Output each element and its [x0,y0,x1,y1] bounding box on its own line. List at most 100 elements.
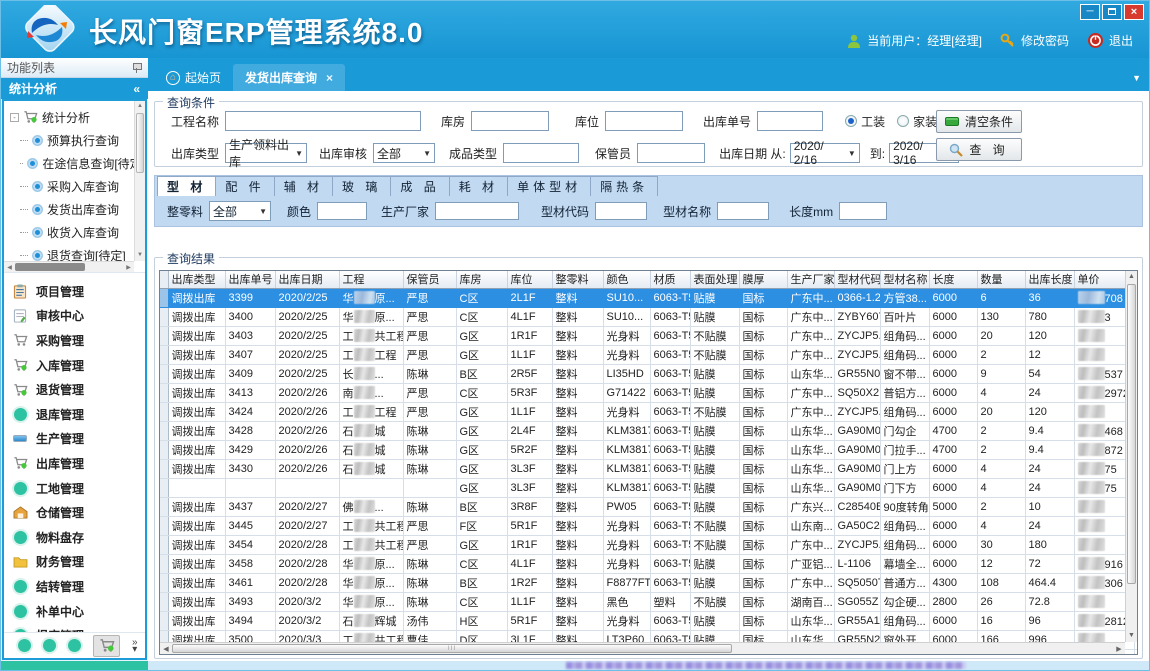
sidebar-module-补单中心[interactable]: 补单中心 [12,599,145,624]
table-row[interactable]: 调拨出库34282020/2/26石城陈琳G区2L4F整料KLM38176063… [160,421,1138,440]
column-header-型材名称[interactable]: 型材名称 [880,271,929,288]
scroll-down-icon[interactable]: ▼ [1126,630,1137,642]
table-horizontal-scrollbar[interactable]: ◀ ⅠⅠⅠ ▶ [160,642,1125,654]
table-vertical-scrollbar[interactable]: ▲ ▼ [1125,271,1137,642]
location-input[interactable] [605,111,683,131]
material-tab-玻璃[interactable]: 玻 璃 [333,176,391,196]
tree-item[interactable]: 预算执行查询 [10,129,145,152]
column-header-出库日期[interactable]: 出库日期 [275,271,339,288]
table-row[interactable]: 调拨出库34942020/3/2石辉城汤伟H区5R1F整料光身料6063-T5贴… [160,611,1138,630]
cart-shortcut-button[interactable] [93,635,120,657]
scroll-left-icon[interactable]: ◀ [4,264,15,271]
module-shortcut-icon[interactable] [18,639,31,652]
table-row[interactable]: 调拨出库34002020/2/25华原...严思C区4L1F整料SU10...6… [160,307,1138,326]
module-shortcut-icon[interactable] [43,639,56,652]
search-button[interactable]: 查 询 [936,138,1022,161]
warehouse-input[interactable] [471,111,549,131]
tree-vertical-scrollbar[interactable]: ▲ ▼ [134,101,145,261]
table-row[interactable]: 调拨出库34372020/2/27佛...陈琳B区3R8F整料PW056063-… [160,497,1138,516]
logout-button[interactable]: 退出 [1087,32,1133,49]
radio-jiazhuang[interactable] [897,115,909,127]
tree-horizontal-scrollbar[interactable]: ◀ ▶ [4,261,134,272]
tree-item[interactable]: 采购入库查询 [10,175,145,198]
scroll-up-icon[interactable]: ▲ [1126,271,1137,283]
column-header-库房[interactable]: 库房 [456,271,507,288]
scroll-thumb[interactable] [136,113,144,173]
column-header-整零料[interactable]: 整零料 [552,271,603,288]
sidebar-module-结转管理[interactable]: 结转管理 [12,574,145,599]
change-password-button[interactable]: 修改密码 [1000,32,1069,49]
tab-shipping-outbound-query[interactable]: 发货出库查询 × [233,64,345,91]
sidebar-module-物料盘存[interactable]: 物料盘存 [12,525,145,550]
table-row[interactable]: G区3L3F整料KLM38176063-T5贴膜国标山东华...GA90M09.… [160,478,1138,497]
sidebar-module-生产管理[interactable]: 生产管理 [12,427,145,452]
tree-item[interactable]: 在途信息查询[待定] [10,152,145,175]
audit-select[interactable]: 全部▼ [373,143,435,163]
material-tab-隔热条[interactable]: 隔热条 [591,176,658,196]
length-input[interactable] [839,202,887,220]
column-header-出库单号[interactable]: 出库单号 [225,271,275,288]
material-tab-成品[interactable]: 成 品 [391,176,449,196]
sidebar-module-财务管理[interactable]: 财务管理 [12,550,145,575]
order-no-input[interactable] [757,111,823,131]
table-row[interactable]: 调拨出库34292020/2/26石城陈琳G区5R2F整料KLM38176063… [160,440,1138,459]
tree-root[interactable]: - 统计分析 [10,105,145,129]
maker-input[interactable] [435,202,519,220]
clear-conditions-button[interactable]: 清空条件 [936,110,1022,133]
column-header-颜色[interactable]: 颜色 [603,271,650,288]
column-header-生产厂家[interactable]: 生产厂家 [787,271,834,288]
column-header-长度[interactable]: 长度 [929,271,977,288]
sidebar-module-仓储管理[interactable]: 仓储管理 [12,500,145,525]
scroll-left-icon[interactable]: ◀ [160,645,172,653]
maximize-button[interactable] [1102,4,1122,20]
tab-list-caret-icon[interactable]: ▼ [1132,73,1141,83]
pin-icon[interactable] [132,62,142,73]
tree-item[interactable]: 收货入库查询 [10,221,145,244]
material-tab-配件[interactable]: 配 件 [216,176,274,196]
table-row[interactable]: 调拨出库34612020/2/28华原...陈琳B区1R2F整料F8877FT6… [160,573,1138,592]
table-row[interactable]: 调拨出库34032020/2/25工共工程严思G区1R1F整料光身料6063-T… [160,326,1138,345]
expander-icon[interactable]: - [10,113,19,122]
table-row[interactable]: 调拨出库34092020/2/25长...陈琳B区2R5F整料LI35HD606… [160,364,1138,383]
table-row[interactable]: 调拨出库34302020/2/26石城陈琳G区3L3F整料KLM38176063… [160,459,1138,478]
scroll-down-icon[interactable]: ▼ [135,250,145,261]
column-header-表面处理[interactable]: 表面处理 [690,271,739,288]
close-button[interactable]: × [1124,4,1144,20]
tab-home[interactable]: ⌂ 起始页 [154,64,233,91]
sidebar-module-退库管理[interactable]: 退库管理 [12,402,145,427]
minimize-button[interactable]: ─ [1080,4,1100,20]
whole-part-select[interactable]: 全部▼ [209,201,271,221]
scroll-thumb[interactable]: ⅠⅠⅠ [172,644,732,653]
column-header-库位[interactable]: 库位 [507,271,552,288]
sidebar-module-工地管理[interactable]: 工地管理 [12,476,145,501]
column-header-工程[interactable]: 工程 [339,271,403,288]
table-row[interactable]: 调拨出库34932020/3/2华原...陈琳C区1L1F整料黑色塑料不贴膜国标… [160,592,1138,611]
profile-name-input[interactable] [717,202,769,220]
sidebar-module-退货管理[interactable]: 退货管理 [12,377,145,402]
column-header-出库长度[interactable]: 出库长度 [1025,271,1074,288]
table-row[interactable]: 调拨出库34542020/2/28工共工程严思G区1R1F整料光身料6063-T… [160,535,1138,554]
table-row[interactable]: 调拨出库34582020/2/28华原...陈琳C区4L1F整料光身料6063-… [160,554,1138,573]
outbound-type-select[interactable]: 生产领料出库▼ [225,143,307,163]
tree-item[interactable]: 发货出库查询 [10,198,145,221]
table-row[interactable]: 调拨出库34242020/2/26工工程严思G区1L1F整料光身料6063-T5… [160,402,1138,421]
module-shortcut-icon[interactable] [68,639,81,652]
material-tab-单体型材[interactable]: 单体型材 [508,176,591,196]
sidebar-module-采购管理[interactable]: 采购管理 [12,328,145,353]
date-from-select[interactable]: 2020/ 2/16▼ [790,143,860,163]
sidebar-module-审核中心[interactable]: 审核中心 [12,304,145,329]
material-tab-辅材[interactable]: 辅 材 [275,176,333,196]
column-header-保管员[interactable]: 保管员 [403,271,456,288]
sidebar-module-入库管理[interactable]: 入库管理 [12,353,145,378]
material-tab-耗材[interactable]: 耗 材 [450,176,508,196]
sidebar-module-报废管理[interactable]: 报废管理 [12,623,145,632]
table-row[interactable]: 调拨出库34072020/2/25工工程严思G区1L1F整料光身料6063-T5… [160,345,1138,364]
collapse-icon[interactable]: « [133,82,140,96]
table-row[interactable]: 调拨出库34132020/2/26南...严思C区5R3F整料G71422606… [160,383,1138,402]
keeper-input[interactable] [637,143,705,163]
column-header-数量[interactable]: 数量 [977,271,1025,288]
scroll-thumb[interactable] [1127,284,1136,584]
column-header-出库类型[interactable]: 出库类型 [168,271,225,288]
radio-gongzhuang[interactable] [845,115,857,127]
toolbar-overflow-button[interactable]: »▾ [132,639,138,653]
